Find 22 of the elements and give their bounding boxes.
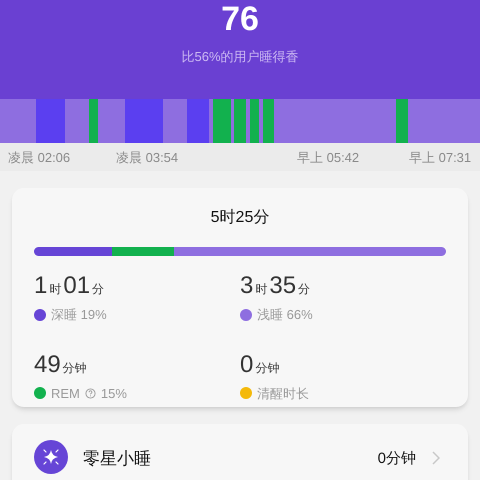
stage-label: 清醒时长 [257,384,309,402]
total-duration: 5时25分 [210,208,270,228]
time-label: 早上 05:42 [297,149,360,167]
sleep-score: 76 [221,2,259,36]
stage-label: 浅睡 66% [257,306,313,324]
time-label: 凌晨 03:54 [116,149,178,167]
help-icon[interactable] [84,388,96,399]
duration-value: 1 时 01 分 [34,271,106,301]
nap-duration: 0分钟 [378,449,416,469]
chevron-icon [432,451,440,465]
stage-label: REM [51,384,80,402]
nap-card[interactable]: 零星小睡 0分钟 [12,424,468,480]
duration-value: 0 分钟 [240,350,280,380]
time-label: 凌晨 02:06 [8,149,70,167]
nap-label: 零星小睡 [83,448,151,470]
comparison-text: 比56%的用户睡得香 [181,48,299,66]
stage-label: 深睡 19% [51,306,107,324]
duration-value: 49 分钟 [34,350,88,380]
stage-percent: 15% [100,384,127,402]
time-label: 早上 07:31 [409,149,472,167]
sparkle-icon [34,440,68,474]
duration-value: 3 时 35 分 [240,271,312,301]
